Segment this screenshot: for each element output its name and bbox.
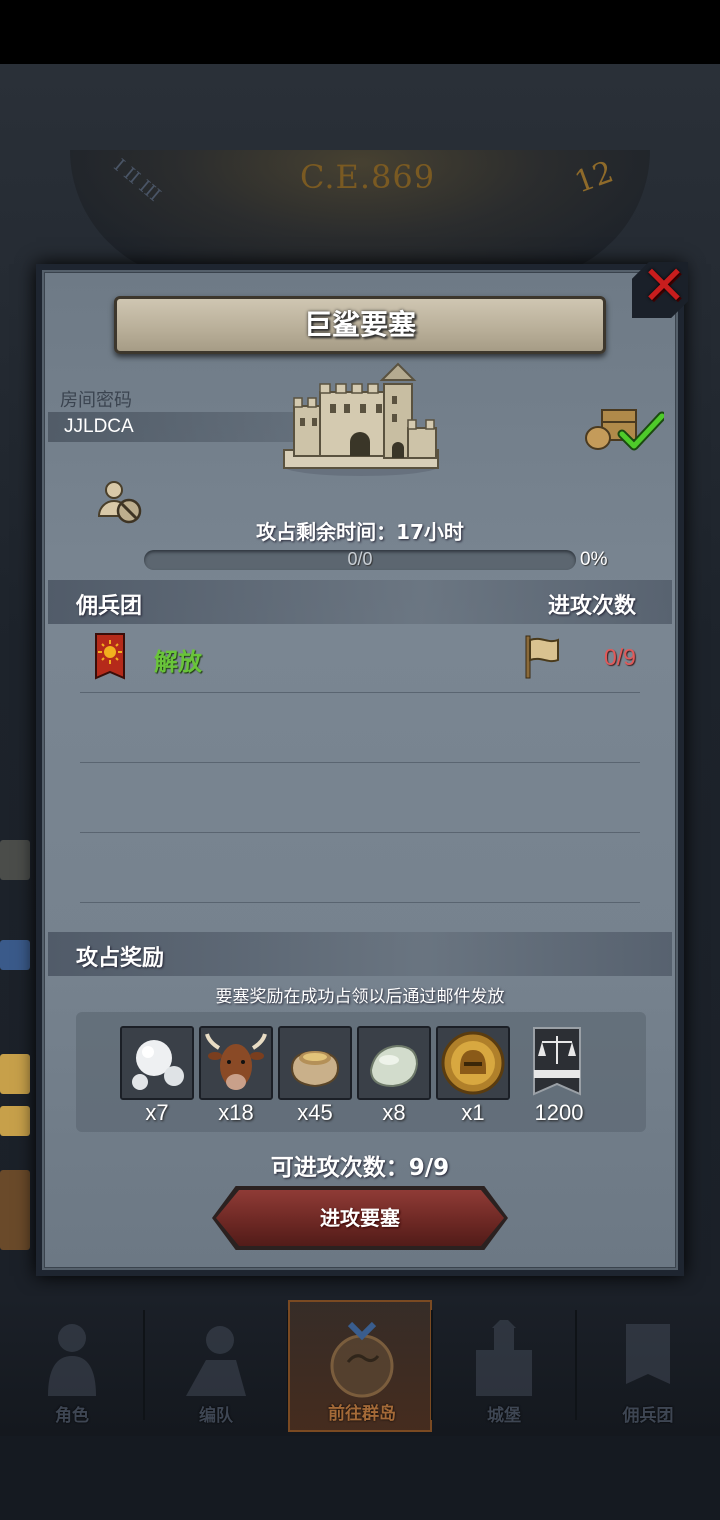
reward-quantity: x45 [297,1100,333,1125]
nav-castle[interactable]: 城堡 [432,1300,576,1432]
mercenary-attack-count: 0/9 [604,644,636,670]
fortress-castle-icon [283,362,439,476]
gold-helmet-coin-icon[interactable] [436,1026,510,1100]
reward-section-title: 攻占奖励 [76,946,165,971]
reward-quantity: x7 [145,1100,169,1125]
reward-quantity: x8 [382,1100,406,1125]
remaining-attempts: 可进攻次数：9/9 [270,1155,450,1181]
system-navigation-area [0,1436,720,1520]
close-icon[interactable]: ✕ [636,258,692,314]
mercenary-name[interactable]: 解放 [154,642,202,677]
attack-flag-icon [525,635,559,679]
loot-claimed-icon[interactable] [584,404,664,452]
cow-icon[interactable] [199,1026,273,1100]
formation-icon [186,1326,246,1396]
stone-icon[interactable] [357,1026,431,1100]
attack-count-column-header: 进攻次数 [548,594,637,619]
nav-label: 编队 [199,1406,233,1426]
nav-label: 前往群岛 [328,1404,396,1424]
list-divider [80,832,640,833]
nav-label: 角色 [55,1406,89,1426]
nav-mercenary[interactable]: 佣兵团 [576,1300,720,1432]
reward-note: 要塞奖励在成功占领以后通过邮件发放 [215,987,505,1007]
attack-fortress-button-label[interactable]: 进攻要塞 [216,1190,504,1246]
mercenary-column-header: 佣兵团 [76,594,143,619]
side-left-shortcuts [0,840,30,1260]
status-bar-area [0,0,720,64]
room-code-label: 房间密码 [60,390,132,411]
reward-quantity: x1 [461,1100,485,1125]
nav-formation[interactable]: 编队 [144,1300,288,1432]
list-divider [80,692,640,693]
capture-progress-label: 0/0 [347,549,373,569]
island-icon [330,1322,394,1398]
reward-quantity: 1200 [534,1100,584,1125]
grain-sack-icon[interactable] [278,1026,352,1100]
clock-year-text: C.E.869 [300,158,436,196]
nav-label: 城堡 [487,1406,521,1426]
dialog-title: 巨鲨要塞 [303,308,416,341]
justice-banner-icon[interactable] [522,1026,596,1100]
capture-progress-percent: 0% [580,549,608,570]
mercenary-icon [626,1324,670,1384]
list-divider [80,902,640,903]
pearl-icon[interactable] [120,1026,194,1100]
knight-icon [48,1324,96,1396]
castle-icon [476,1320,532,1396]
nav-go-to-islands[interactable]: 前往群岛 [288,1300,432,1432]
capture-time-remaining: 攻占剩余时间：17小时 [256,520,464,544]
list-divider [80,762,640,763]
room-code-value[interactable]: JJLDCA [64,416,134,438]
sun-banner-icon [95,633,125,680]
nav-character[interactable]: 角色 [0,1300,144,1432]
nav-label: 佣兵团 [622,1406,674,1426]
reward-quantity: x18 [218,1100,254,1125]
